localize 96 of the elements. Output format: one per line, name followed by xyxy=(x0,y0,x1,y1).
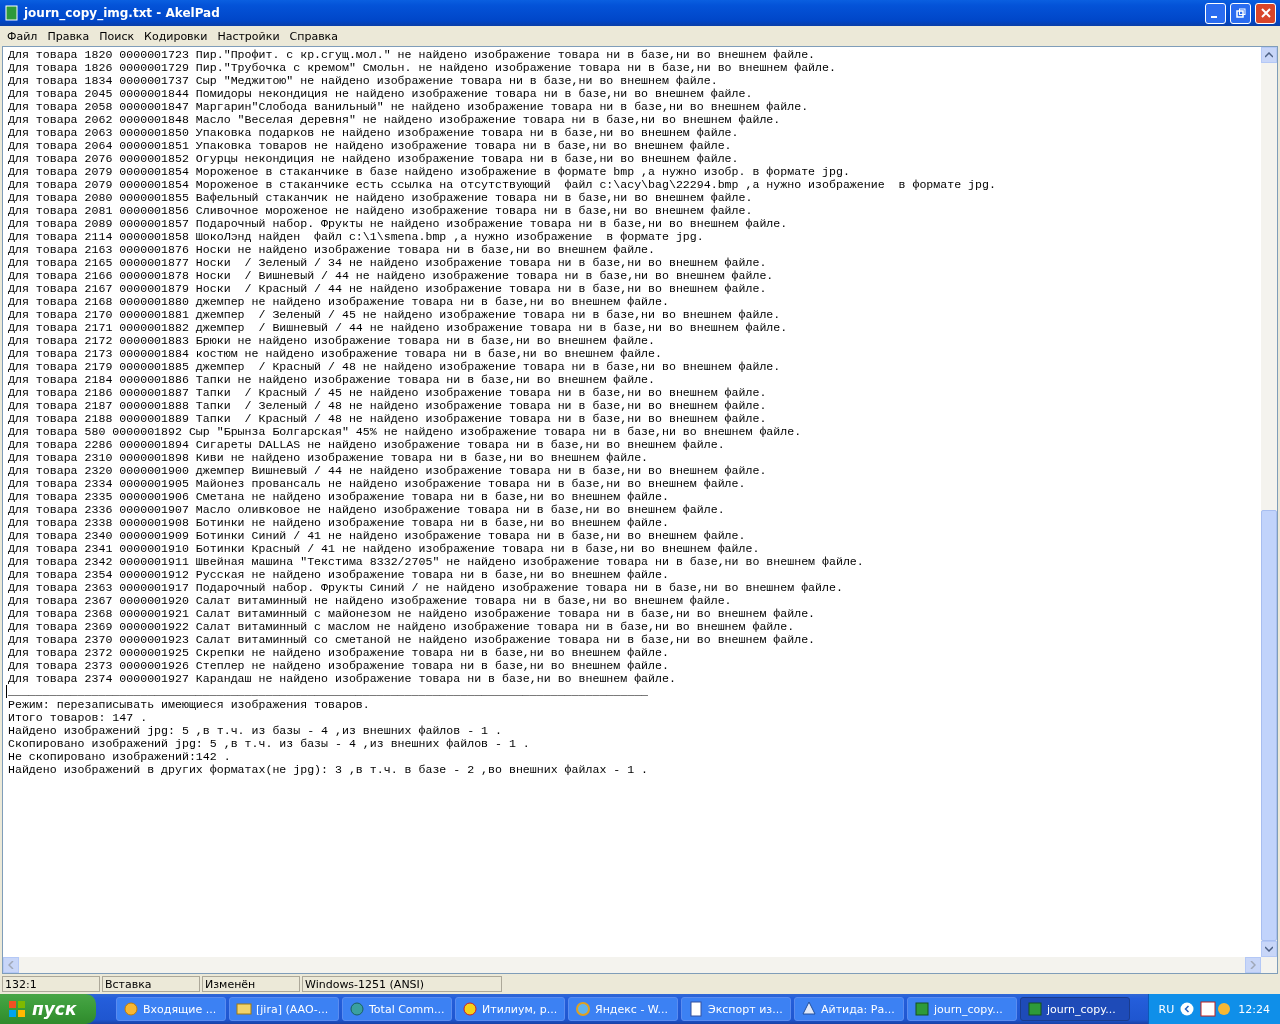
text-line: Для товара 2367 0000001920 Салат витаминный не найдено изображение товара ни в базе,ни во внешнем файле. xyxy=(8,594,732,607)
text-line: Для товара 2172 0000001883 Брюки не найдено изображение товара ни в базе,ни во внешнем файле. xyxy=(8,334,656,347)
taskbar-button[interactable]: Итилиум, р... xyxy=(455,997,565,1021)
text-line: Найдено изображений в других форматах(не jpg): 3 ,в т.ч. в базе - 2 ,во внешних файлах - 1 . xyxy=(8,763,649,776)
text-line: Для товара 2081 0000001856 Сливочное мороженое не найдено изображение товара ни в базе,ни во внешнем файле. xyxy=(8,204,753,217)
text-line: Для товара 2354 0000001912 Русская не найдено изображение товара ни в базе,ни во внешнем файле. xyxy=(8,568,669,581)
text-line: ____________________________________________________________________________________________ xyxy=(8,685,649,698)
close-button[interactable] xyxy=(1255,2,1276,24)
taskbar-button[interactable]: Яндекс - W... xyxy=(568,997,678,1021)
clock: 12:24 xyxy=(1238,1002,1270,1016)
minimize-button[interactable] xyxy=(1205,2,1226,24)
menu-item[interactable]: Настройки xyxy=(212,29,285,43)
menu-item[interactable]: Кодировки xyxy=(139,29,213,43)
text-line: Для товара 2336 0000001907 Масло оливковое не найдено изображение товара ни в базе,ни во внешнем файле. xyxy=(8,503,725,516)
text-caret xyxy=(6,685,7,698)
status-field: Windows-1251 (ANSI) xyxy=(302,976,502,992)
text-line: Не скопировано изображений:142 . xyxy=(8,750,231,763)
menu-item[interactable]: Поиск xyxy=(94,29,140,43)
text-line: Для товара 2342 0000001911 Швейная машина "Текстима 8332/2705" не найдено изображение товара ни в базе,ни во внешнем файле. xyxy=(8,555,864,568)
caret-left-icon xyxy=(8,961,14,969)
close-icon xyxy=(1260,8,1271,18)
text-line: Для товара 2340 0000001909 Ботинки Синий / 41 не найдено изображение товара ни в базе,ни во внешнем файле. xyxy=(8,529,746,542)
text-line: Для товара 2369 0000001922 Салат витаминный с маслом не найдено изображение товара ни в базе,ни во внешнем файле. xyxy=(8,620,795,633)
text-line: Для товара 2167 0000001879 Носки / Красный / 44 не найдено изображение товара ни в базе,ни во внешнем файле. xyxy=(8,282,767,295)
taskbar-button[interactable]: Экспорт из... xyxy=(681,997,791,1021)
status-field: Изменён xyxy=(202,976,300,992)
restore-button[interactable] xyxy=(1230,2,1251,24)
taskbar-button[interactable]: Айтида: Ра... xyxy=(794,997,904,1021)
text-line: Для товара 2163 0000001876 Носки не найдено изображение товара ни в базе,ни во внешнем файле. xyxy=(8,243,656,256)
text-line: Режим: перезаписывать имеющиеся изображения товаров. xyxy=(8,698,370,711)
text-line: Для товара 2058 0000001847 Маргарин"Слобода ванильный" не найдено изображение товара ни в базе,ни во внешнем файле. xyxy=(8,100,809,113)
minimize-icon xyxy=(1211,16,1217,18)
text-line: Для товара 2184 0000001886 Тапки не найдено изображение товара ни в базе,ни во внешнем файле. xyxy=(8,373,656,386)
status-field: 132:1 xyxy=(2,976,100,992)
text-line: Для товара 2079 0000001854 Мороженое в стаканчике в базе найдено изображение в формате bmp ,а нужно изобр. в формате jpg. xyxy=(8,165,850,178)
text-line: Для товара 1826 0000001729 Пир."Трубочка с кремом" Смольн. не найдено изображение товара ни в базе,ни во внешнем файле. xyxy=(8,61,836,74)
taskbar-button[interactable]: Входящие ... xyxy=(116,997,226,1021)
text-line: Для товара 2335 0000001906 Сметана не найдено изображение товара ни в базе,ни во внешнем файле. xyxy=(8,490,669,503)
text-line: Для товара 2372 0000001925 Скрепки не найдено изображение товара ни в базе,ни во внешнем файле. xyxy=(8,646,669,659)
text-line: Для товара 2171 0000001882 джемпер / Вишневый / 44 не найдено изображение товара ни в базе,ни во внешнем файле. xyxy=(8,321,788,334)
text-line: Для товара 2165 0000001877 Носки / Зеленый / 34 не найдено изображение товара ни в базе,ни во внешнем файле. xyxy=(8,256,767,269)
chevron-icon[interactable] xyxy=(1180,1002,1195,1016)
menu-item[interactable]: Справка xyxy=(284,29,343,43)
text-line: Для товара 2045 0000001844 Помидоры некондиция не найдено изображение товара ни в базе,ни во внешнем файле. xyxy=(8,87,753,100)
taskbar-button[interactable]: journ_copy... xyxy=(1020,997,1130,1021)
text-line: Для товара 2338 0000001908 Ботинки не найдено изображение товара ни в базе,ни во внешнем файле. xyxy=(8,516,669,529)
text-line: Для товара 2173 0000001884 костюм не найдено изображение товара ни в базе,ни во внешнем файле. xyxy=(8,347,662,360)
text-line: Для товара 2114 0000001858 ШокоЛэнд найден файл c:\1\smena.bmp ,а нужно изображение в формате jpg. xyxy=(8,230,704,243)
menu-item[interactable]: Правка xyxy=(42,29,95,43)
text-line: Для товара 2373 0000001926 Степлер не найдено изображение товара ни в базе,ни во внешнем файле. xyxy=(8,659,669,672)
text-line: Для товара 2187 0000001888 Тапки / Зеленый / 48 не найдено изображение товара ни в базе,ни во внешнем файле. xyxy=(8,399,767,412)
language-indicator[interactable]: RU xyxy=(1158,1002,1175,1016)
text-line: Для товара 2374 0000001927 Карандаш не найдено изображение товара ни в базе,ни во внешнем файле. xyxy=(8,672,676,685)
taskbar-button[interactable]: [jira] (AAO-... xyxy=(229,997,339,1021)
text-line: Для товара 580 0000001892 Сыр "Брынза Болгарская" 45% не найдено изображение товара ни в базе,ни во внешнем файле. xyxy=(8,425,802,438)
text-line: Для товара 2368 0000001921 Салат витаминный с майонезом не найдено изображение товара ни в базе,ни во внешнем файле. xyxy=(8,607,816,620)
text-line: Для товара 2062 0000001848 Масло "Веселая деревня" не найдено изображение товара ни в базе,ни во внешнем файле. xyxy=(8,113,781,126)
text-line: Для товара 2168 0000001880 джемпер не найдено изображение товара ни в базе,ни во внешнем файле. xyxy=(8,295,669,308)
text-line: Для товара 2170 0000001881 джемпер / Зеленый / 45 не найдено изображение товара ни в базе,ни во внешнем файле. xyxy=(8,308,781,321)
text-line: Для товара 2166 0000001878 Носки / Вишневый / 44 не найдено изображение товара ни в базе,ни во внешнем файле. xyxy=(8,269,774,282)
text-line: Для товара 2079 0000001854 Мороженое в стаканчике есть ссылка на отсутствующий файл c:\acy\bag\22294.bmp ,а нужно изображение в формате jpg. xyxy=(8,178,996,191)
text-line: Для товара 1834 0000001737 Сыр "Меджитою" не найдено изображение товара ни в базе,ни во внешнем файле. xyxy=(8,74,718,87)
text-line: Для товара 2310 0000001898 Киви не найдено изображение товара ни в базе,ни во внешнем файле. xyxy=(8,451,649,464)
text-line: Для товара 2064 0000001851 Упаковка товаров не найдено изображение товара ни в базе,ни во внешнем файле. xyxy=(8,139,732,152)
text-line: Для товара 2334 0000001905 Майонез провансаль не найдено изображение товара ни в базе,ни во внешнем файле. xyxy=(8,477,746,490)
text-line: Для товара 2363 0000001917 Подарочный набор. Фрукты Синий / не найдено изображение товара ни в базе,ни во внешнем файле. xyxy=(8,581,843,594)
status-field: Вставка xyxy=(102,976,200,992)
scroll-thumb[interactable] xyxy=(1261,509,1277,941)
text-line: Для товара 2179 0000001885 джемпер / Красный / 48 не найдено изображение товара ни в базе,ни во внешнем файле. xyxy=(8,360,781,373)
text-line: Для товара 2188 0000001889 Тапки / Красный / 48 не найдено изображение товара ни в базе,ни во внешнем файле. xyxy=(8,412,767,425)
caret-up-icon xyxy=(1265,52,1273,58)
text-line: Для товара 2286 0000001894 Сигареты DALLAS не найдено изображение товара ни в базе,ни во внешнем файле. xyxy=(8,438,725,451)
text-line: Для товара 1820 0000001723 Пир."Профит. с кр.сгущ.мол." не найдено изображение товара ни в базе,ни во внешнем файле. xyxy=(8,48,816,61)
window-title: journ_copy_img.txt - AkelPad xyxy=(24,6,221,20)
taskbar-button[interactable]: Total Comm... xyxy=(342,997,452,1021)
notepad-icon xyxy=(4,5,20,21)
text-line: Скопировано изображений jpg: 5 ,в т.ч. из базы - 4 ,из внешних файлов - 1 . xyxy=(8,737,530,750)
text-line: Для товара 2063 0000001850 Упаковка подарков не найдено изображение товара ни в базе,ни во внешнем файле. xyxy=(8,126,739,139)
menu-item[interactable]: Файл xyxy=(2,29,43,43)
text-line: Для товара 2370 0000001923 Салат витаминный со сметаной не найдено изображение товара ни в базе,ни во внешнем файле. xyxy=(8,633,816,646)
text-line: Для товара 2089 0000001857 Подарочный набор. Фрукты не найдено изображение товара ни в базе,ни во внешнем файле. xyxy=(8,217,788,230)
text-line: Для товара 2186 0000001887 Тапки / Красный / 45 не найдено изображение товара ни в базе,ни во внешнем файле. xyxy=(8,386,767,399)
restore-icon xyxy=(1235,8,1246,18)
caret-down-icon xyxy=(1265,946,1273,952)
text-line: Для товара 2320 0000001900 джемпер Вишневый / 44 не найдено изображение товара ни в базе,ни во внешнем файле. xyxy=(8,464,767,477)
text-line: Для товара 2341 0000001910 Ботинки Красный / 41 не найдено изображение товара ни в базе,ни во внешнем файле. xyxy=(8,542,760,555)
text-line: Для товара 2080 0000001855 Вафельный стаканчик не найдено изображение товара ни в базе,ни во внешнем файле. xyxy=(8,191,753,204)
text-line: Для товара 2076 0000001852 Огурцы некондиция не найдено изображение товара ни в базе,ни во внешнем файле. xyxy=(8,152,739,165)
text-line: Найдено изображений jpg: 5 ,в т.ч. из базы - 4 ,из внешних файлов - 1 . xyxy=(8,724,502,737)
start-button[interactable]: пуск xyxy=(0,994,96,1024)
text-line: Итого товаров: 147 . xyxy=(8,711,148,724)
flag-icon xyxy=(8,1000,26,1018)
caret-right-icon xyxy=(1250,961,1256,969)
taskbar-button[interactable]: journ_copy... xyxy=(907,997,1017,1021)
scroll-up-button[interactable] xyxy=(1261,47,1277,63)
scroll-down-button[interactable] xyxy=(1261,941,1277,957)
